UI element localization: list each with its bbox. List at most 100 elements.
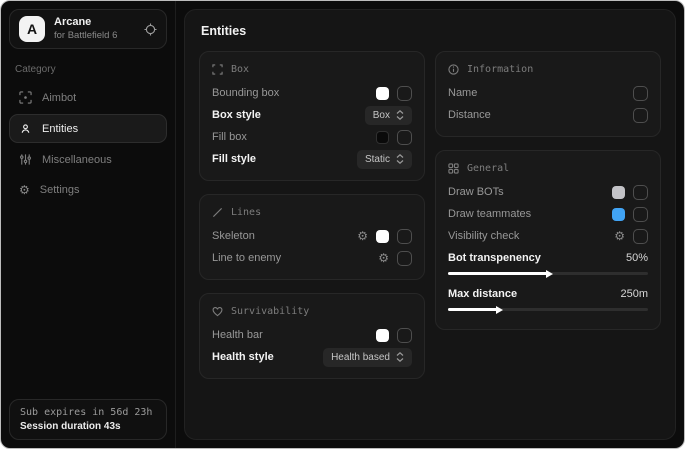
- page-title: Entities: [201, 24, 659, 38]
- visibility-check-row: Visibility check ⚙: [448, 225, 648, 247]
- entities-panel: Entities Box: [184, 9, 676, 440]
- box-style-row: Box style Box: [212, 104, 412, 126]
- heart-icon: [212, 306, 223, 317]
- box-style-value: Box: [373, 110, 390, 121]
- fill-style-label: Fill style: [212, 153, 256, 165]
- sidebar-item-label: Settings: [40, 184, 80, 196]
- name-checkbox[interactable]: [633, 86, 648, 101]
- information-card-title: Information: [467, 64, 533, 75]
- color-swatch[interactable]: [376, 87, 389, 100]
- draw-bots-label: Draw BOTs: [448, 186, 504, 198]
- health-bar-row: Health bar: [212, 324, 412, 346]
- sliders-icon: [19, 153, 32, 166]
- lines-card-header: Lines: [212, 207, 412, 218]
- line-to-enemy-label: Line to enemy: [212, 252, 281, 264]
- fill-box-checkbox[interactable]: [397, 130, 412, 145]
- left-column: Box Bounding box Box style: [199, 51, 425, 379]
- subscription-card: Sub expires in 56d 23h Session duration …: [9, 399, 167, 440]
- chevrons-up-down-icon: [396, 352, 404, 362]
- max-distance-value: 250m: [620, 288, 648, 300]
- app-window: A Arcane for Battlefield 6 Category Aimb…: [0, 0, 685, 449]
- health-bar-checkbox[interactable]: [397, 328, 412, 343]
- bot-transparency-slider[interactable]: [448, 272, 648, 275]
- lines-card-title: Lines: [231, 207, 261, 218]
- health-style-dropdown[interactable]: Health based: [323, 348, 412, 367]
- diagonal-line-icon: [212, 207, 223, 218]
- max-distance-label: Max distance: [448, 288, 517, 300]
- slider-thumb[interactable]: [496, 306, 503, 314]
- skeleton-checkbox[interactable]: [397, 229, 412, 244]
- gear-icon[interactable]: ⚙: [357, 230, 368, 242]
- fill-style-dropdown[interactable]: Static: [357, 150, 412, 169]
- sidebar-spacer: [9, 206, 167, 399]
- sidebar-item-entities[interactable]: Entities: [9, 114, 167, 143]
- survivability-card-header: Survivability: [212, 306, 412, 317]
- bot-transparency-value: 50%: [626, 252, 648, 264]
- general-card-header: General: [448, 163, 648, 174]
- skeleton-row: Skeleton ⚙: [212, 225, 412, 247]
- brand-name: Arcane: [54, 16, 135, 30]
- main-area: Entities Box: [176, 1, 684, 448]
- slider-thumb[interactable]: [546, 270, 553, 278]
- bounding-box-row: Bounding box: [212, 82, 412, 104]
- survivability-card-title: Survivability: [231, 306, 309, 317]
- distance-label: Distance: [448, 109, 491, 121]
- health-style-value: Health based: [331, 352, 390, 363]
- entities-scan-icon: [19, 122, 32, 135]
- name-row: Name: [448, 82, 648, 104]
- health-bar-label: Health bar: [212, 329, 263, 341]
- distance-row: Distance: [448, 104, 648, 126]
- crosshair-icon[interactable]: [144, 23, 157, 36]
- visibility-check-checkbox[interactable]: [633, 229, 648, 244]
- slider-fill: [448, 272, 548, 275]
- distance-checkbox[interactable]: [633, 108, 648, 123]
- sidebar: A Arcane for Battlefield 6 Category Aimb…: [1, 1, 176, 448]
- draw-teammates-checkbox[interactable]: [633, 207, 648, 222]
- sidebar-item-aimbot[interactable]: Aimbot: [9, 83, 167, 112]
- gear-icon[interactable]: ⚙: [378, 252, 389, 264]
- sidebar-item-label: Entities: [42, 123, 78, 135]
- right-column: Information Name Distance: [435, 51, 661, 330]
- health-style-label: Health style: [212, 351, 274, 363]
- color-swatch[interactable]: [376, 230, 389, 243]
- brand-card: A Arcane for Battlefield 6: [9, 9, 167, 49]
- visibility-check-label: Visibility check: [448, 230, 519, 242]
- name-label: Name: [448, 87, 477, 99]
- draw-bots-checkbox[interactable]: [633, 185, 648, 200]
- general-card: General Draw BOTs Draw teammates: [435, 150, 661, 330]
- line-to-enemy-checkbox[interactable]: [397, 251, 412, 266]
- sidebar-item-settings[interactable]: ⚙ Settings: [9, 176, 167, 204]
- sidebar-item-miscellaneous[interactable]: Miscellaneous: [9, 145, 167, 174]
- health-style-row: Health style Health based: [212, 346, 412, 368]
- gear-icon: ⚙: [19, 184, 30, 196]
- brand-subtitle: for Battlefield 6: [54, 30, 135, 42]
- color-swatch[interactable]: [612, 186, 625, 199]
- slider-fill: [448, 308, 498, 311]
- skeleton-label: Skeleton: [212, 230, 255, 242]
- information-card: Information Name Distance: [435, 51, 661, 137]
- color-swatch[interactable]: [376, 329, 389, 342]
- box-card-title: Box: [231, 64, 249, 75]
- bounding-box-checkbox[interactable]: [397, 86, 412, 101]
- fill-style-row: Fill style Static: [212, 148, 412, 170]
- brand-logo: A: [19, 16, 45, 42]
- category-label: Category: [15, 64, 161, 75]
- lines-card: Lines Skeleton ⚙ Line to enemy: [199, 194, 425, 280]
- information-card-header: Information: [448, 64, 648, 75]
- box-card: Box Bounding box Box style: [199, 51, 425, 181]
- box-style-label: Box style: [212, 109, 261, 121]
- color-swatch[interactable]: [612, 208, 625, 221]
- box-style-dropdown[interactable]: Box: [365, 106, 412, 125]
- chevrons-up-down-icon: [396, 110, 404, 120]
- draw-bots-row: Draw BOTs: [448, 181, 648, 203]
- session-duration-text: Session duration 43s: [20, 421, 156, 432]
- bot-transparency-label: Bot transpenency: [448, 252, 541, 264]
- bounding-box-label: Bounding box: [212, 87, 279, 99]
- grid-icon: [448, 163, 459, 174]
- gear-icon[interactable]: ⚙: [614, 230, 625, 242]
- aimbot-crosshair-icon: [19, 91, 32, 104]
- color-swatch[interactable]: [376, 131, 389, 144]
- max-distance-slider[interactable]: [448, 308, 648, 311]
- chevrons-up-down-icon: [396, 154, 404, 164]
- sidebar-item-label: Miscellaneous: [42, 154, 112, 166]
